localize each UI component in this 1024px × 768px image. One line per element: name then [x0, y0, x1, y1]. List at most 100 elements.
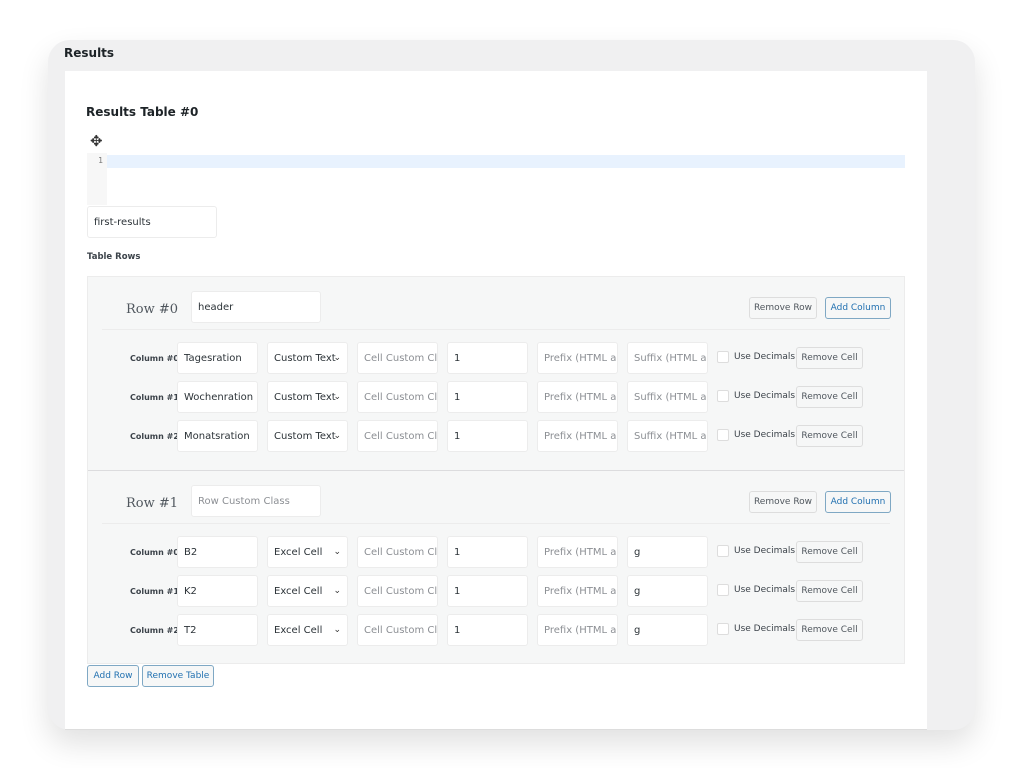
use-decimals-label: Use Decimals: [734, 546, 796, 556]
colspan-input[interactable]: 1: [447, 342, 528, 374]
add-row-button[interactable]: Add Row: [87, 665, 139, 687]
cell-value-input[interactable]: K2: [177, 575, 258, 607]
remove-cell-button[interactable]: Remove Cell: [796, 541, 863, 563]
cell-value-input[interactable]: B2: [177, 536, 258, 568]
placeholder: Prefix (HTML all: [544, 391, 618, 403]
placeholder: Cell Custom Cla: [364, 430, 438, 442]
colspan-input[interactable]: 1: [447, 614, 528, 646]
chevron-down-icon: ⌄: [333, 392, 341, 402]
placeholder: Prefix (HTML all: [544, 352, 618, 364]
selected-option: Custom Text: [274, 391, 336, 403]
row-class-input[interactable]: Row Custom Class: [191, 485, 321, 517]
remove-cell-button[interactable]: Remove Cell: [796, 386, 863, 408]
colspan-input[interactable]: 1: [447, 420, 528, 452]
cell-type-select[interactable]: Custom Text ⌄: [267, 381, 348, 413]
chevron-down-icon: ⌄: [333, 586, 341, 596]
code-editor[interactable]: 1: [87, 153, 905, 205]
cell-class-input[interactable]: Cell Custom Cla: [357, 575, 438, 607]
placeholder: Prefix (HTML all: [544, 585, 618, 597]
selected-option: Excel Cell: [274, 585, 323, 597]
placeholder: Cell Custom Cla: [364, 624, 438, 636]
selected-option: Excel Cell: [274, 546, 323, 558]
table-rows-label: Table Rows: [87, 252, 141, 262]
divider: [102, 523, 890, 524]
remove-row-button[interactable]: Remove Row: [749, 491, 817, 513]
suffix-input[interactable]: g: [627, 575, 708, 607]
suffix-input[interactable]: Suffix (HTML all: [627, 342, 708, 374]
placeholder: Suffix (HTML all: [634, 352, 708, 364]
suffix-input[interactable]: g: [627, 614, 708, 646]
use-decimals-checkbox[interactable]: [717, 351, 729, 363]
divider: [102, 329, 890, 330]
remove-cell-button[interactable]: Remove Cell: [796, 619, 863, 641]
prefix-input[interactable]: Prefix (HTML all: [537, 575, 618, 607]
cell-value-input[interactable]: Monatsration: [177, 420, 258, 452]
prefix-input[interactable]: Prefix (HTML all: [537, 614, 618, 646]
cell-class-input[interactable]: Cell Custom Cla: [357, 420, 438, 452]
chevron-down-icon: ⌄: [333, 431, 341, 441]
cell-type-select[interactable]: Custom Text ⌄: [267, 342, 348, 374]
prefix-input[interactable]: Prefix (HTML all: [537, 420, 618, 452]
use-decimals-label: Use Decimals: [734, 585, 796, 595]
active-line: [107, 155, 905, 168]
use-decimals-checkbox[interactable]: [717, 545, 729, 557]
cell-value-input[interactable]: Tagesration: [177, 342, 258, 374]
section-title: Results: [64, 46, 115, 60]
chevron-down-icon: ⌄: [333, 625, 341, 635]
placeholder: Row Custom Class: [198, 495, 290, 507]
placeholder: Suffix (HTML all: [634, 391, 708, 403]
remove-cell-button[interactable]: Remove Cell: [796, 347, 863, 369]
results-content: Results Table #0 ✥ 1 first-results Table…: [65, 71, 927, 730]
prefix-input[interactable]: Prefix (HTML all: [537, 381, 618, 413]
results-panel: Results Results Table #0 ✥ 1 first-resul…: [48, 40, 975, 730]
cell-class-input[interactable]: Cell Custom Cla: [357, 381, 438, 413]
selected-option: Excel Cell: [274, 624, 323, 636]
column-label: Column #1: [130, 393, 179, 402]
row-class-input[interactable]: header: [191, 291, 321, 323]
cell-value-input[interactable]: T2: [177, 614, 258, 646]
cell-class-input[interactable]: Cell Custom Cla: [357, 614, 438, 646]
cell-value-input[interactable]: Wochenration: [177, 381, 258, 413]
chevron-down-icon: ⌄: [333, 353, 341, 363]
colspan-input[interactable]: 1: [447, 381, 528, 413]
column-label: Column #0: [130, 354, 179, 363]
suffix-input[interactable]: Suffix (HTML all: [627, 420, 708, 452]
remove-table-button[interactable]: Remove Table: [142, 665, 214, 687]
row-title: Row #1: [126, 496, 179, 511]
use-decimals-checkbox[interactable]: [717, 584, 729, 596]
column-label: Column #2: [130, 626, 179, 635]
table-title: Results Table #0: [86, 105, 199, 119]
table-class-input[interactable]: first-results: [87, 206, 217, 238]
cell-type-select[interactable]: Excel Cell ⌄: [267, 614, 348, 646]
cell-type-select[interactable]: Custom Text ⌄: [267, 420, 348, 452]
table-row: Row #0 header Remove Row Add Column Column #…: [88, 277, 904, 471]
add-column-button[interactable]: Add Column: [825, 491, 891, 513]
colspan-input[interactable]: 1: [447, 536, 528, 568]
cell-class-input[interactable]: Cell Custom Cla: [357, 342, 438, 374]
table-row: Row #1 Row Custom Class Remove Row Add Colu…: [88, 471, 904, 665]
cell-type-select[interactable]: Excel Cell ⌄: [267, 575, 348, 607]
colspan-input[interactable]: 1: [447, 575, 528, 607]
use-decimals-checkbox[interactable]: [717, 390, 729, 402]
use-decimals-checkbox[interactable]: [717, 429, 729, 441]
remove-cell-button[interactable]: Remove Cell: [796, 580, 863, 602]
use-decimals-label: Use Decimals: [734, 624, 796, 634]
placeholder: Prefix (HTML all: [544, 430, 618, 442]
move-arrows-icon[interactable]: ✥: [90, 134, 103, 149]
cell-class-input[interactable]: Cell Custom Cla: [357, 536, 438, 568]
prefix-input[interactable]: Prefix (HTML all: [537, 342, 618, 374]
prefix-input[interactable]: Prefix (HTML all: [537, 536, 618, 568]
add-column-button[interactable]: Add Column: [825, 297, 891, 319]
column-label: Column #2: [130, 432, 179, 441]
chevron-down-icon: ⌄: [333, 547, 341, 557]
use-decimals-checkbox[interactable]: [717, 623, 729, 635]
cell-type-select[interactable]: Excel Cell ⌄: [267, 536, 348, 568]
suffix-input[interactable]: g: [627, 536, 708, 568]
placeholder: Cell Custom Cla: [364, 352, 438, 364]
use-decimals-label: Use Decimals: [734, 391, 796, 401]
placeholder: Prefix (HTML all: [544, 624, 618, 636]
use-decimals-label: Use Decimals: [734, 352, 796, 362]
remove-row-button[interactable]: Remove Row: [749, 297, 817, 319]
suffix-input[interactable]: Suffix (HTML all: [627, 381, 708, 413]
remove-cell-button[interactable]: Remove Cell: [796, 425, 863, 447]
